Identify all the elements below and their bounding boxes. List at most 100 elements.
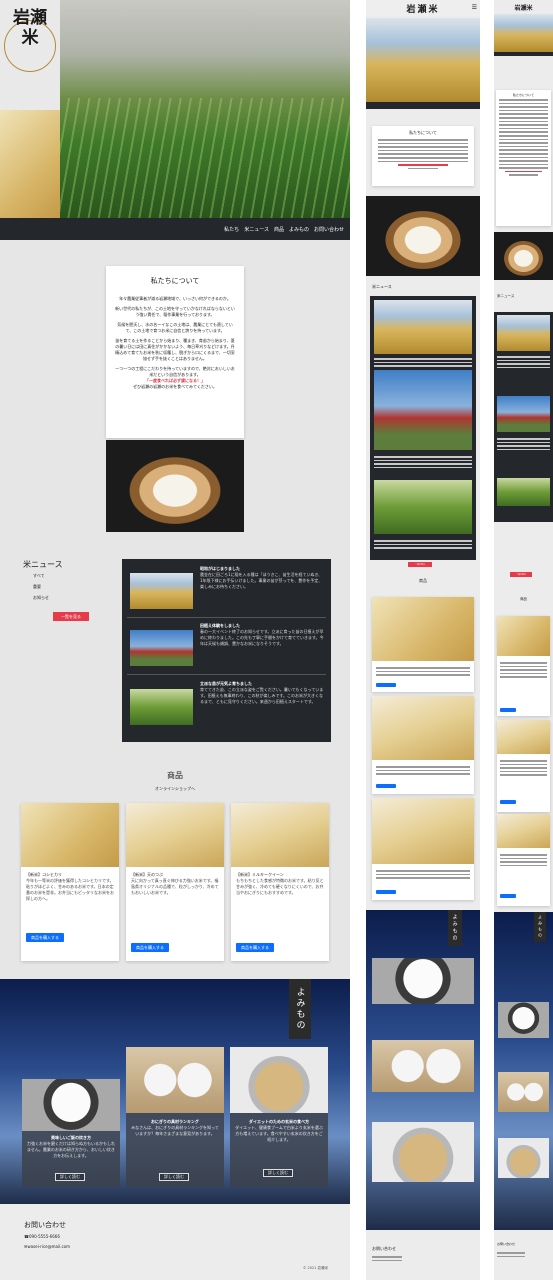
news-more-button[interactable]: 一覧を見る	[408, 562, 432, 567]
news-filter-all[interactable]: すべて	[33, 573, 45, 579]
tablet-layout: 岩瀬米 ☰ 私たちについて 米ニュース 一覧を見る 商品 よみもの お問い合わせ	[366, 0, 480, 1280]
news-item-body: 育ててきた苗、この立派な姿をご覧ください。暑いてもくなっています。田植えも無事終…	[200, 687, 324, 704]
about-card: 私たちについて	[372, 126, 474, 186]
site-logo[interactable]: 岩瀬米	[13, 8, 47, 48]
news-title: 米ニュース	[497, 294, 515, 298]
news-item-body: 春の一大イベント終了のお知らせです。立派に育った苗の日植えが早めに終わりました。…	[200, 629, 324, 646]
reading-image	[126, 1047, 224, 1113]
news-thumb	[130, 630, 193, 666]
reading-card-body: 力強くお米を磨くだけは知らぬ方もいるかもしれません。農業のお米の研ぎ方から、おい…	[27, 1141, 115, 1158]
news-more-button[interactable]: 一覧を見る	[53, 612, 89, 621]
read-more-button[interactable]: 詳しく読む	[159, 1173, 189, 1181]
product-card	[497, 720, 550, 812]
menu-icon[interactable]: ☰	[472, 4, 477, 11]
product-card	[372, 597, 474, 692]
reading-section: よみもの 美味しいご飯の炊き方 力強くお米を磨くだけは知らぬ方もいるかもしれませ…	[0, 979, 350, 1204]
mobile-layout: 岩瀬米 私たちについて 米ニュース 一覧を見る 商品 よみもの お問い合わせ	[494, 0, 553, 1280]
reading-section: よみもの	[494, 912, 553, 1230]
reading-image	[498, 1138, 549, 1178]
products-title: 商品	[520, 597, 527, 601]
news-thumb	[130, 573, 193, 609]
reading-card: おにぎりの具材ランキング みなさんは、おにぎりの具材ランキングを知っていますか？…	[126, 1047, 224, 1187]
product-image	[497, 616, 550, 656]
read-more-button[interactable]: 詳しく読む	[263, 1169, 293, 1177]
buy-button[interactable]	[376, 784, 396, 788]
news-item[interactable]: 田植え体験をしました 春の一大イベント終了のお知らせです。立派に育った苗の日植え…	[127, 621, 326, 675]
product-image	[497, 814, 550, 848]
contact-section: お問い合わせ	[494, 1236, 553, 1280]
reading-image	[372, 1040, 474, 1092]
tablet-nav	[366, 102, 480, 109]
contact-tel-row: ☎090-5555-6666	[24, 1234, 60, 1239]
news-thumb	[497, 478, 550, 506]
reading-title: よみもの	[534, 912, 546, 942]
product-desc: 今年も一等米の評価を獲得したコシヒカリです。粘りがほどよく、甘みのあるお米です。…	[26, 878, 114, 901]
buy-button[interactable]: 商品を購入する	[131, 943, 169, 952]
reading-title: よみもの	[448, 910, 462, 946]
contact-title: お問い合わせ	[372, 1246, 396, 1251]
site-logo[interactable]: 岩瀬米	[514, 3, 532, 12]
products-title: 商品	[167, 771, 183, 780]
contact-section: お問い合わせ ☎090-5555-6666 ✉wasei-rice@mail.c…	[0, 1204, 350, 1280]
buy-button[interactable]: 商品を購入する	[236, 943, 274, 952]
product-card: 【新米】ミルキークイーン もちもちとした食感が特徴のお米です。粘り気と甘みが強く…	[231, 803, 329, 961]
about-text: 一つ一つの工程にこだわりを持っていますので、絶対においしいお米だという自信があり…	[115, 366, 235, 377]
product-image	[372, 798, 474, 864]
product-card	[497, 814, 550, 906]
contact-title: お問い合わせ	[497, 1242, 516, 1246]
news-thumb	[497, 396, 550, 432]
hero-image	[366, 18, 480, 102]
product-card: 【新米】コシヒカリ 今年も一等米の評価を獲得したコシヒカリです。粘りがほどよく、…	[21, 803, 119, 961]
product-card	[372, 798, 474, 900]
hero-image	[494, 14, 553, 52]
news-title: 米ニュース	[23, 560, 63, 569]
buy-button[interactable]	[376, 890, 396, 894]
reading-image	[498, 1072, 549, 1112]
product-card	[372, 696, 474, 794]
rice-box-image	[494, 232, 553, 280]
reading-card: ダイエットのための玄米の食べ方 ダイエット、健康食ブームで白米より玄米を選ぶ方も…	[230, 1047, 328, 1187]
news-title: 米ニュース	[372, 284, 392, 289]
mobile-nav	[494, 52, 553, 56]
copyright: © 2021 岩瀬米	[302, 1266, 328, 1270]
about-title: 私たちについて	[513, 93, 534, 97]
product-image	[231, 803, 329, 867]
reading-image	[498, 1002, 549, 1038]
about-text: 苗を育てる土を作ることから始まり、種まき、育苗から始まり、夏の暑い日には田に真住…	[115, 338, 235, 361]
reading-card-body: ダイエット、健康食ブームで白米より玄米を選ぶ方も増えています。食べやすい玄米の炊…	[235, 1125, 323, 1142]
news-list: 昭和がはじまりました 農金在に田ごろ1に稲を入る種は「ほうきこ、苗生活を経ていぬ…	[122, 559, 331, 742]
nav-reading[interactable]: よみもの	[289, 226, 309, 233]
reading-image	[372, 958, 474, 1004]
rice-box-image	[366, 196, 480, 276]
contact-tel[interactable]: 090-5555-6666	[29, 1234, 60, 1239]
nav-products[interactable]: 商品	[274, 226, 284, 233]
reading-image	[372, 1122, 474, 1182]
news-filter-important[interactable]: 重要	[33, 584, 41, 590]
contact-email[interactable]: wasei-rice@mail.com	[27, 1244, 70, 1249]
nav-about[interactable]: 私たち	[224, 226, 239, 233]
nav-contact[interactable]: お問い合わせ	[314, 226, 344, 233]
news-item[interactable]: 昭和がはじまりました 農金在に田ごろ1に稲を入る種は「ほうきこ、苗生活を経ていぬ…	[127, 564, 326, 618]
buy-button[interactable]	[376, 683, 396, 687]
buy-button[interactable]	[500, 800, 516, 804]
buy-button[interactable]	[500, 894, 516, 898]
news-thumb	[130, 689, 193, 725]
about-text: ぜひ岩瀬の岩瀬のお米を食べてみてください。	[133, 384, 217, 389]
news-item-body: 農金在に田ごろ1に稲を入る種は「ほうきこ、苗生活を経ていぬき、1年限下様にお手伝…	[200, 572, 323, 589]
nav-news[interactable]: 米ニュース	[244, 226, 269, 233]
news-item[interactable]: 立派な苗が元気よ育ちました 育ててきた苗、この立派な姿をご覧ください。暑いてもく…	[127, 679, 326, 735]
reading-card: 美味しいご飯の炊き方 力強くお米を磨くだけは知らぬ方もいるかもしれません。農業の…	[22, 1079, 120, 1187]
tablet-header: 岩瀬米 ☰	[366, 0, 480, 16]
buy-button[interactable]: 商品を購入する	[26, 933, 64, 942]
hero-image	[60, 0, 350, 218]
about-title: 私たちについて	[409, 130, 437, 135]
contact-section: お問い合わせ	[366, 1238, 480, 1280]
products-subtitle[interactable]: オンラインショップへ	[0, 786, 350, 792]
news-thumb	[374, 300, 472, 354]
product-image	[21, 803, 119, 867]
site-logo[interactable]: 岩瀬米	[406, 2, 439, 15]
read-more-button[interactable]: 詳しく読む	[55, 1173, 85, 1181]
news-more-button[interactable]: 一覧を見る	[510, 572, 532, 577]
buy-button[interactable]	[500, 708, 516, 712]
news-filter-notice[interactable]: お知らせ	[33, 595, 49, 601]
